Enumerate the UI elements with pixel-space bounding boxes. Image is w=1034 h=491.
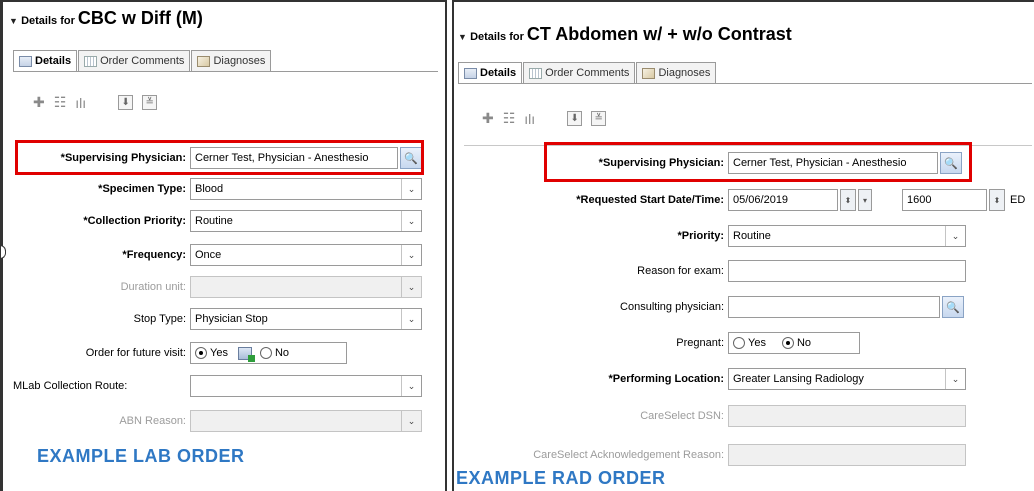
chevron-down-icon: ⌄	[401, 277, 421, 297]
field-label: *Collection Priority:	[83, 215, 186, 227]
reason-for-exam-input[interactable]	[728, 260, 966, 282]
field-label: Duration unit:	[120, 281, 186, 293]
field-label: *Frequency:	[122, 249, 186, 261]
calendar-dropdown-icon[interactable]: ▾	[858, 189, 872, 211]
order-title: CBC w Diff (M)	[77, 8, 203, 28]
timezone-label: ED	[1010, 194, 1026, 206]
radio-empty-icon	[733, 337, 745, 349]
hierarchy-icon[interactable]: ☷	[54, 94, 67, 111]
rad-tabs: Details Order Comments Diagnoses	[458, 62, 717, 83]
radio-empty-icon	[259, 347, 272, 359]
duration-unit-select: ⌄	[190, 276, 422, 298]
header-prefix: Details for	[21, 15, 75, 27]
future-visit-radio-group: Yes No	[190, 342, 347, 364]
highlight-box	[544, 142, 972, 182]
diagnoses-icon	[197, 55, 211, 67]
field-label: CareSelect DSN:	[640, 410, 724, 422]
mlab-route-select[interactable]: ⌄	[190, 375, 422, 397]
lab-toolbar: ✚ ☷ ılı ⬇ ≚	[33, 94, 158, 111]
chevron-down-icon: ⌄	[401, 179, 421, 199]
abn-reason-select: ⌄	[190, 410, 422, 432]
field-label: Consulting physician:	[620, 301, 724, 313]
pregnant-no-radio[interactable]: No	[781, 337, 811, 349]
example-caption: EXAMPLE RAD ORDER	[456, 468, 666, 489]
collapse-icon[interactable]: ▼	[458, 32, 467, 42]
field-label: CareSelect Acknowledgement Reason:	[533, 449, 724, 461]
comments-icon	[84, 55, 98, 67]
calendar-icon[interactable]	[237, 346, 255, 362]
chevron-down-icon: ⌄	[945, 369, 965, 389]
pin-icon[interactable]: ⬇	[118, 95, 134, 110]
lab-tabs: Details Order Comments Diagnoses	[13, 50, 272, 71]
priority-select[interactable]: Routine ⌄	[728, 225, 966, 247]
rad-order-panel: ▼ Details for CT Abdomen w/ + w/o Contra…	[452, 0, 1034, 491]
time-spinner-icon[interactable]: ⬍	[989, 189, 1005, 211]
details-icon	[464, 67, 477, 79]
hierarchy-icon[interactable]: ☷	[503, 110, 516, 127]
field-label: *Performing Location:	[608, 373, 724, 385]
tab-details[interactable]: Details	[458, 62, 523, 83]
details-icon	[19, 55, 32, 67]
radio-selected-icon	[781, 337, 794, 349]
pregnant-yes-radio[interactable]: Yes	[733, 337, 766, 349]
chart-icon[interactable]: ılı	[524, 111, 535, 127]
frequency-select[interactable]: Once ⌄	[190, 244, 422, 266]
example-caption: EXAMPLE LAB ORDER	[37, 446, 245, 466]
chevron-down-icon: ⌄	[401, 309, 421, 329]
tab-details[interactable]: Details	[13, 50, 78, 71]
tabs-divider	[13, 71, 438, 72]
future-visit-no-radio[interactable]: No	[259, 347, 289, 359]
field-label: Reason for exam:	[637, 265, 724, 277]
field-label: MLab Collection Route:	[13, 380, 128, 392]
header-prefix: Details for	[470, 31, 524, 43]
field-label: Stop Type:	[133, 313, 186, 325]
careselect-ack-reason-input	[728, 444, 966, 466]
tabs-divider	[458, 83, 1032, 84]
order-title: CT Abdomen w/ + w/o Contrast	[526, 24, 792, 44]
performing-location-select[interactable]: Greater Lansing Radiology ⌄	[728, 368, 966, 390]
field-label: *Requested Start Date/Time:	[576, 194, 724, 206]
search-icon[interactable]: 🔍	[942, 296, 964, 318]
add-icon[interactable]: ✚	[33, 94, 45, 111]
chevron-down-icon: ⌄	[945, 226, 965, 246]
pregnant-radio-group: Yes No	[728, 332, 860, 354]
tab-diagnoses[interactable]: Diagnoses	[191, 50, 272, 71]
start-time-input[interactable]: 1600	[902, 189, 987, 211]
rad-toolbar: ✚ ☷ ılı ⬇ ≚	[482, 110, 607, 127]
field-label: ABN Reason:	[119, 415, 186, 427]
future-visit-yes-radio[interactable]: Yes	[195, 347, 228, 359]
chevron-down-icon: ⌄	[401, 411, 421, 431]
tab-order-comments[interactable]: Order Comments	[523, 62, 636, 83]
expand-icon[interactable]: ≚	[142, 95, 158, 110]
field-label: *Priority:	[677, 230, 724, 242]
radio-selected-icon	[195, 347, 207, 359]
rad-details-header[interactable]: ▼ Details for CT Abdomen w/ + w/o Contra…	[458, 24, 792, 45]
lab-order-panel: ▼ Details for CBC w Diff (M) Details Ord…	[0, 0, 447, 491]
expand-icon[interactable]: ≚	[591, 111, 607, 126]
stop-type-select[interactable]: Physician Stop ⌄	[190, 308, 422, 330]
field-label: Pregnant:	[676, 337, 724, 349]
lab-details-header[interactable]: ▼ Details for CBC w Diff (M)	[9, 8, 203, 29]
careselect-dsn-input	[728, 405, 966, 427]
comments-icon	[529, 67, 543, 79]
date-spinner-icon[interactable]: ⬍	[840, 189, 856, 211]
chart-icon[interactable]: ılı	[75, 95, 86, 111]
chevron-down-icon: ⌄	[401, 245, 421, 265]
diagnoses-icon	[642, 67, 656, 79]
tab-order-comments[interactable]: Order Comments	[78, 50, 191, 71]
tab-diagnoses[interactable]: Diagnoses	[636, 62, 717, 83]
highlight-box	[15, 140, 424, 175]
chevron-down-icon: ⌄	[401, 211, 421, 231]
pin-icon[interactable]: ⬇	[567, 111, 583, 126]
collection-priority-select[interactable]: Routine ⌄	[190, 210, 422, 232]
field-label: Order for future visit:	[85, 347, 186, 359]
collapse-icon[interactable]: ▼	[9, 16, 18, 26]
add-icon[interactable]: ✚	[482, 110, 494, 127]
specimen-type-select[interactable]: Blood ⌄	[190, 178, 422, 200]
consulting-physician-input[interactable]	[728, 296, 940, 318]
chevron-down-icon: ⌄	[401, 376, 421, 396]
field-label: *Specimen Type:	[98, 183, 186, 195]
start-date-input[interactable]: 05/06/2019	[728, 189, 838, 211]
